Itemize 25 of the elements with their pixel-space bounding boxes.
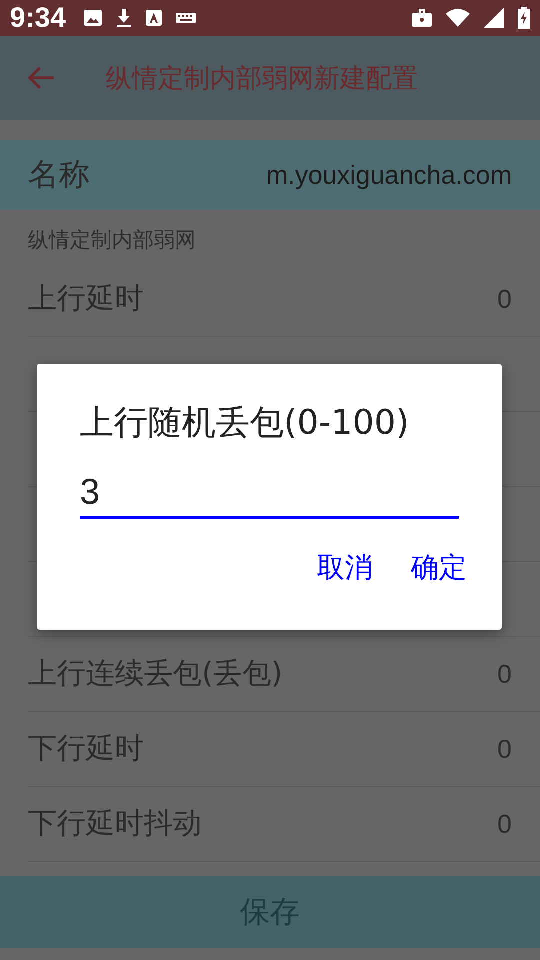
setting-label: 下行延时 xyxy=(28,730,144,767)
dialog-title: 上行随机丢包(0-100) xyxy=(80,402,410,445)
briefcase-icon xyxy=(412,9,432,27)
name-label: 名称 xyxy=(28,156,90,195)
section-label: 纵情定制内部弱网 xyxy=(27,227,197,254)
dialog-button[interactable]: 取消 xyxy=(317,549,373,587)
font-icon xyxy=(146,10,162,26)
battery-icon xyxy=(518,7,530,29)
back-arrow-icon[interactable] xyxy=(28,67,54,89)
signal-icon xyxy=(484,8,504,28)
keyboard-icon xyxy=(176,13,196,23)
status-time: 9:34 xyxy=(10,2,66,34)
setting-label: 上行延时 xyxy=(28,280,144,317)
setting-value: 0 xyxy=(498,734,512,764)
image-icon xyxy=(84,10,102,26)
setting-value: 0 xyxy=(498,658,512,690)
wifi-icon xyxy=(446,9,470,27)
setting-label: 上行连续丢包(丢包) xyxy=(28,655,283,692)
input-field[interactable]: 3 xyxy=(80,468,459,519)
name-value: m.youxiguancha.com xyxy=(266,160,512,190)
setting-label: 下行延时抖动 xyxy=(28,805,202,842)
dialog-button[interactable]: 确定 xyxy=(411,549,467,587)
setting-value: 0 xyxy=(498,284,512,314)
download-icon xyxy=(116,9,132,27)
setting-value: 0 xyxy=(498,808,512,840)
